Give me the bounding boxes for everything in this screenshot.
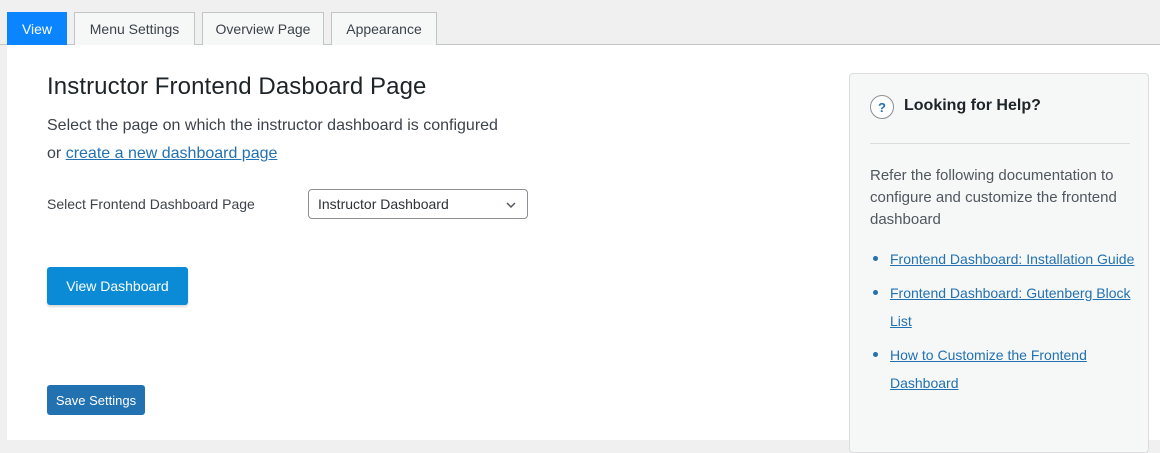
bullet-icon bbox=[873, 352, 878, 357]
tab-label: Menu Settings bbox=[89, 21, 180, 37]
select-value: Instructor Dashboard bbox=[318, 196, 449, 212]
help-header: ? Looking for Help? bbox=[870, 94, 1130, 144]
help-title: Looking for Help? bbox=[904, 97, 1041, 114]
tab-label: Overview Page bbox=[215, 21, 311, 37]
save-settings-button[interactable]: Save Settings bbox=[47, 385, 145, 415]
dashboard-page-select[interactable]: Instructor Dashboard bbox=[308, 189, 528, 219]
description-text: Select the page on which the instructor … bbox=[47, 117, 498, 134]
or-text: or bbox=[47, 145, 62, 162]
tab-menu-settings[interactable]: Menu Settings bbox=[74, 12, 195, 45]
tab-appearance[interactable]: Appearance bbox=[331, 12, 437, 45]
create-dashboard-page-link[interactable]: create a new dashboard page bbox=[66, 145, 278, 162]
bullet-icon bbox=[873, 256, 878, 261]
select-dashboard-label: Select Frontend Dashboard Page bbox=[47, 196, 255, 212]
list-item: Frontend Dashboard: Gutenberg Block List bbox=[870, 279, 1135, 335]
list-item: How to Customize the Frontend Dashboard bbox=[870, 341, 1135, 397]
page-title: Instructor Frontend Dasboard Page bbox=[47, 73, 427, 100]
list-item: Frontend Dashboard: Installation Guide bbox=[870, 245, 1135, 273]
bullet-icon bbox=[873, 290, 878, 295]
chevron-down-icon bbox=[506, 202, 516, 209]
tab-label: Appearance bbox=[346, 21, 422, 37]
doc-link-customize-dashboard[interactable]: How to Customize the Frontend Dashboard bbox=[890, 347, 1087, 391]
question-icon: ? bbox=[870, 95, 894, 119]
settings-panel: Instructor Frontend Dasboard Page Select… bbox=[7, 45, 1160, 453]
help-box: ? Looking for Help? Refer the following … bbox=[849, 73, 1149, 453]
doc-link-installation-guide[interactable]: Frontend Dashboard: Installation Guide bbox=[890, 251, 1134, 267]
tab-bar: View Menu Settings Overview Page Appeara… bbox=[0, 0, 1160, 45]
tab-view[interactable]: View bbox=[7, 12, 67, 45]
page-description: Select the page on which the instructor … bbox=[47, 112, 567, 168]
help-links-list: Frontend Dashboard: Installation Guide F… bbox=[870, 245, 1135, 403]
tab-overview-page[interactable]: Overview Page bbox=[202, 12, 324, 45]
tab-label: View bbox=[21, 21, 53, 37]
help-text: Refer the following documentation to con… bbox=[870, 167, 1117, 228]
view-dashboard-button[interactable]: View Dashboard bbox=[47, 267, 188, 305]
doc-link-gutenberg-block-list[interactable]: Frontend Dashboard: Gutenberg Block List bbox=[890, 285, 1130, 329]
